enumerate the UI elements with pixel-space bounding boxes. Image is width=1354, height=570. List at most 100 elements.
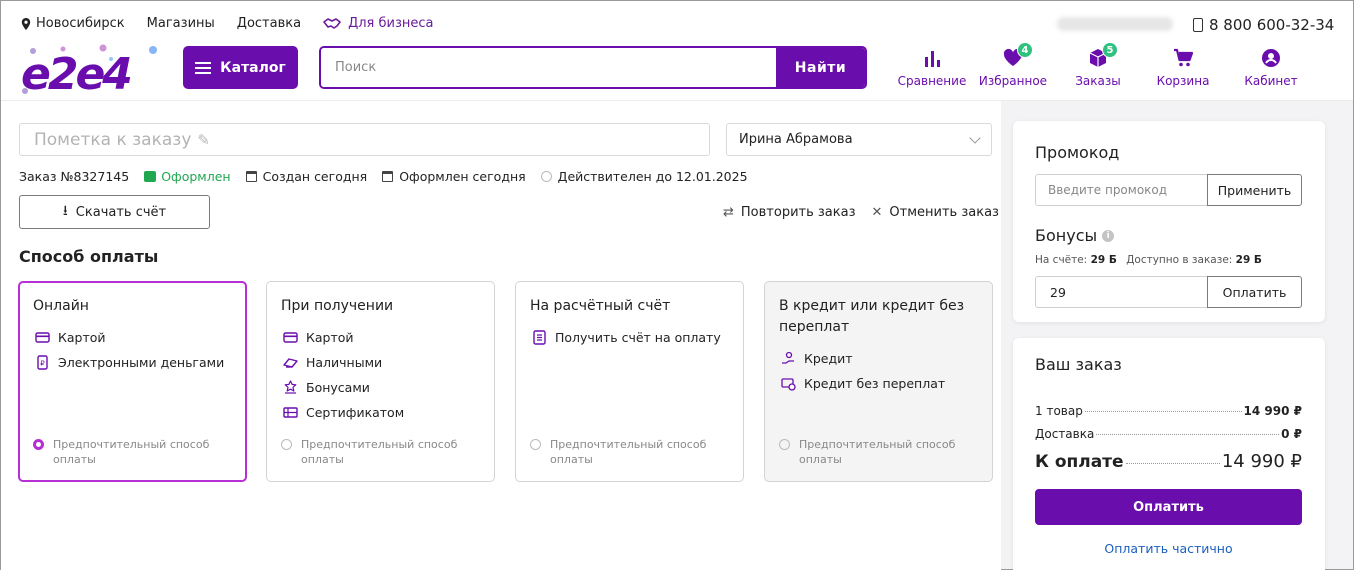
nav-account[interactable]: Кабинет — [1226, 47, 1316, 88]
dotted-leader — [1084, 411, 1242, 412]
bonus-available-label: Доступно в заказе: — [1126, 254, 1233, 266]
search-input[interactable] — [321, 48, 777, 87]
site-header: Новосибирск Магазины Доставка Для бизнес… — [1, 1, 1353, 101]
phone-number[interactable]: 8 800 600-32-34 — [1193, 16, 1334, 34]
catalog-button[interactable]: Каталог — [183, 46, 298, 89]
nav-favorites[interactable]: 4 Избранное — [970, 42, 1056, 88]
payment-option: Получить счёт на оплату — [530, 325, 729, 350]
svg-text:e2e4: e2e4 — [21, 49, 130, 97]
cancel-order-label: Отменить заказ — [889, 205, 999, 220]
nav-cart[interactable]: Корзина — [1140, 47, 1226, 88]
payment-option: ₽ Электронными деньгами — [33, 350, 232, 375]
nav-compare-label: Сравнение — [897, 74, 967, 88]
payment-option: Картой — [33, 325, 232, 350]
business-link[interactable]: Для бизнеса — [323, 16, 433, 31]
order-created: Создан сегодня — [245, 169, 367, 184]
menu-icon — [195, 61, 212, 74]
header-nav: Сравнение 4 Избранное 5 Заказы Корзина К… — [894, 42, 1316, 88]
payment-option-label: Кредит без переплат — [804, 376, 946, 391]
download-invoice-button[interactable]: ⭳ Скачать счёт — [19, 195, 210, 229]
payment-card-title: На расчётный счёт — [530, 298, 671, 314]
manager-select[interactable]: Ирина Абрамова — [726, 123, 992, 156]
nav-compare[interactable]: Сравнение — [894, 47, 970, 88]
stores-link[interactable]: Магазины — [147, 16, 215, 31]
delivery-link[interactable]: Доставка — [237, 16, 301, 31]
order-valid-until: Действителен до 12.01.2025 — [540, 169, 748, 184]
bonus-balance: На счёте: 29 Б Доступно в заказе: 29 Б — [1035, 254, 1268, 266]
pay-button[interactable]: Оплатить — [1035, 489, 1302, 525]
cart-icon — [1174, 48, 1194, 67]
preferred-method-radio[interactable]: Предпочтительный способ оплаты — [33, 437, 213, 467]
payment-card-on-receipt[interactable]: При получении Картой Наличными Бонусами … — [266, 281, 495, 482]
preferred-method-radio[interactable]: Предпочтительный способ оплаты — [779, 437, 959, 467]
order-status: Оформлен — [144, 169, 231, 184]
nav-orders[interactable]: 5 Заказы — [1056, 42, 1140, 88]
order-number: Заказ №8327145 — [19, 169, 130, 184]
bonus-account-value: 29 Б — [1090, 254, 1117, 266]
preferred-method-label: Предпочтительный способ оплаты — [53, 438, 210, 466]
payment-method-title: Способ оплаты — [19, 247, 159, 266]
close-icon: ✕ — [871, 205, 883, 220]
calendar-icon — [382, 171, 394, 182]
cancel-order-button[interactable]: ✕ Отменить заказ — [872, 205, 999, 220]
bonus-amount-input[interactable]: 29 — [1035, 276, 1207, 308]
promo-bonus-panel: Промокод Применить Бонусы i На счёте: 29… — [1013, 121, 1325, 322]
summary-items-value: 14 990 ₽ — [1243, 404, 1302, 418]
repeat-icon: ⇄ — [723, 205, 734, 220]
nav-account-label: Кабинет — [1244, 74, 1298, 88]
payment-card-credit[interactable]: В кредит или кредит без переплат Кредит … — [764, 281, 993, 482]
nav-favorites-label: Избранное — [978, 74, 1048, 88]
manager-name: Ирина Абрамова — [739, 132, 853, 147]
order-main-panel: Пометка к заказу ✎ Ирина Абрамова Заказ … — [1, 101, 1001, 570]
invoice-icon — [530, 330, 548, 345]
nav-cart-label: Корзина — [1156, 74, 1210, 88]
business-link-label: Для бизнеса — [348, 16, 434, 31]
payment-card-title: В кредит или кредит без переплат — [779, 298, 965, 335]
status-check-icon — [144, 171, 157, 182]
promo-title: Промокод — [1035, 143, 1120, 162]
apply-promo-button[interactable]: Применить — [1207, 174, 1302, 206]
summary-delivery-value: 0 ₽ — [1281, 427, 1302, 441]
city-selector[interactable]: Новосибирск — [21, 16, 125, 31]
promo-code-input[interactable] — [1035, 174, 1207, 206]
nav-orders-label: Заказы — [1075, 74, 1121, 88]
order-actions: ⇄ Повторить заказ ✕ Отменить заказ — [723, 205, 999, 220]
bonus-title: Бонусы i — [1035, 226, 1115, 245]
phone-label: 8 800 600-32-34 — [1209, 16, 1335, 34]
preferred-method-label: Предпочтительный способ оплаты — [799, 438, 956, 466]
payment-option: Сертификатом — [281, 400, 480, 425]
city-label: Новосибирск — [36, 16, 125, 31]
e-wallet-icon: ₽ — [33, 355, 51, 370]
card-icon — [281, 330, 299, 345]
order-summary-title: Ваш заказ — [1035, 355, 1122, 374]
summary-total-value: 14 990 ₽ — [1221, 451, 1302, 472]
summary-items-label: 1 товар — [1035, 404, 1083, 418]
radio-unselected-icon — [281, 439, 292, 450]
summary-delivery-label: Доставка — [1035, 427, 1095, 441]
order-status-label: Оформлен — [161, 169, 231, 184]
preferred-method-radio[interactable]: Предпочтительный способ оплаты — [281, 437, 461, 467]
bonus-account-label: На счёте: — [1035, 254, 1088, 266]
preferred-method-radio[interactable]: Предпочтительный способ оплаты — [530, 437, 710, 467]
pay-with-bonus-button[interactable]: Оплатить — [1207, 276, 1302, 308]
handshake-icon — [323, 17, 341, 29]
pay-partially-link[interactable]: Оплатить частично — [1035, 541, 1302, 556]
summary-delivery-row: Доставка 0 ₽ — [1035, 427, 1302, 441]
order-placed: Оформлен сегодня — [382, 169, 526, 184]
search-button[interactable]: Найти — [776, 48, 865, 87]
payment-card-bank-transfer[interactable]: На расчётный счёт Получить счёт на оплат… — [515, 281, 744, 482]
pencil-icon: ✎ — [197, 130, 210, 149]
radio-unselected-icon — [779, 439, 790, 450]
payment-option-label: Картой — [58, 330, 106, 345]
calendar-icon — [245, 171, 257, 182]
payment-option: Бонусами — [281, 375, 480, 400]
payment-option-label: Бонусами — [306, 380, 370, 395]
payment-card-online[interactable]: Онлайн Картой ₽ Электронными деньгами Пр… — [18, 281, 247, 482]
order-note-field[interactable]: Пометка к заказу ✎ — [19, 123, 710, 156]
cash-icon — [281, 355, 299, 370]
catalog-button-label: Каталог — [220, 59, 286, 76]
site-logo[interactable]: e2e4 — [19, 41, 161, 97]
order-valid-until-label: Действителен до 12.01.2025 — [557, 169, 748, 184]
info-icon[interactable]: i — [1102, 229, 1115, 242]
repeat-order-button[interactable]: ⇄ Повторить заказ — [723, 205, 856, 220]
